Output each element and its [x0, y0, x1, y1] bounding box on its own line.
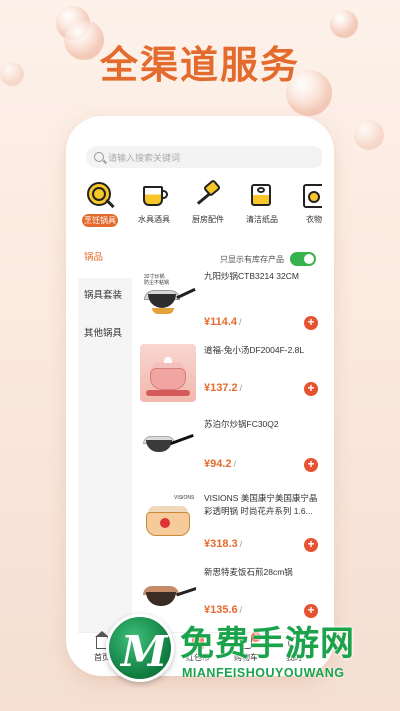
category-clothing[interactable]: 衣物 [290, 180, 322, 225]
stock-filter-label: 只显示有库存产品 [220, 254, 284, 264]
product-name: VISIONS 美国康宁美国康宁晶彩透明锅 时尚花卉系列 1.6... [204, 493, 318, 516]
product-item[interactable]: 32寸炒锅 防尘不粘锅 九阳炒锅CTB3214 32CM ¥114.4/ + [132, 268, 322, 342]
product-thumbnail: VISIONS [140, 492, 196, 550]
product-name: 道福-兔小汤DF2004F-2.8L [204, 345, 305, 355]
watermark-logo-letter: M [121, 627, 168, 676]
spatula-icon [193, 178, 223, 210]
brand-logo: VISIONS [174, 495, 195, 501]
category-bar: 烹饪锅具 水具酒具 厨房配件 清洁纸品 衣物 [78, 178, 322, 234]
category-label: 烹饪锅具 [82, 214, 118, 227]
cup-icon [139, 180, 169, 210]
thumbnail-caption: 32寸炒锅 防尘不粘锅 [144, 274, 170, 286]
search-input[interactable]: 请输入搜索关键词 [86, 146, 322, 168]
stock-toggle[interactable] [290, 252, 316, 266]
product-item[interactable]: 苏泊尔炒锅FC30Q2 ¥94.2/ + [132, 416, 322, 490]
sidebar: 锅品 锅具套装 其他锅具 [78, 242, 132, 676]
category-kitchen-accessories[interactable]: 厨房配件 [184, 178, 232, 225]
category-drinkware[interactable]: 水具酒具 [130, 180, 178, 225]
product-name: 九阳炒锅CTB3214 32CM [204, 271, 299, 281]
product-thumbnail [140, 344, 196, 402]
add-to-cart-button[interactable]: + [304, 382, 318, 396]
hero-title: 全渠道服务 [99, 43, 300, 87]
product-name: 新思特麦饭石煎28cm锅 [204, 567, 293, 577]
search-placeholder: 请输入搜索关键词 [108, 152, 181, 163]
product-thumbnail [140, 418, 196, 476]
washer-icon [299, 180, 322, 210]
category-label: 清洁纸品 [246, 215, 278, 224]
product-price: ¥114.4/ [204, 316, 242, 328]
watermark: M 免费手游网 MIANFEISHOUYOUWANG [100, 614, 400, 711]
add-to-cart-button[interactable]: + [304, 538, 318, 552]
product-price: ¥318.3/ [204, 538, 243, 550]
pan-icon [85, 180, 115, 210]
product-item[interactable]: VISIONS VISIONS 美国康宁美国康宁晶彩透明锅 时尚花卉系列 1.6… [132, 490, 322, 564]
app-screen: 请输入搜索关键词 烹饪锅具 水具酒具 厨房配件 清洁纸品 衣物 锅品 锅具套装 … [78, 128, 322, 676]
watermark-title: 免费手游网 [180, 624, 355, 664]
category-cookware[interactable]: 烹饪锅具 [78, 180, 124, 228]
add-to-cart-button[interactable]: + [304, 316, 318, 330]
category-label: 厨房配件 [192, 215, 224, 224]
product-thumbnail: 32寸炒锅 防尘不粘锅 [140, 270, 196, 328]
sidebar-item-pots[interactable]: 锅品 [78, 242, 132, 278]
sidebar-item-pot-sets[interactable]: 锅具套装 [78, 280, 132, 306]
tissue-roll-icon [247, 180, 277, 210]
watermark-logo: M [106, 614, 174, 682]
product-item[interactable]: 道福-兔小汤DF2004F-2.8L ¥137.2/ + [132, 342, 322, 416]
phone-frame: 请输入搜索关键词 烹饪锅具 水具酒具 厨房配件 清洁纸品 衣物 锅品 锅具套装 … [66, 116, 334, 676]
watermark-subtitle: MIANFEISHOUYOUWANG [182, 666, 345, 680]
search-icon [94, 152, 104, 162]
product-price: ¥94.2/ [204, 458, 237, 470]
product-name: 苏泊尔炒锅FC30Q2 [204, 419, 279, 429]
category-label: 衣物 [306, 215, 322, 224]
decor-bubble [354, 120, 384, 150]
sidebar-item-other[interactable]: 其他锅具 [78, 318, 132, 344]
add-to-cart-button[interactable]: + [304, 458, 318, 472]
category-paper[interactable]: 清洁纸品 [238, 180, 286, 225]
stock-filter: 只显示有库存产品 [220, 252, 316, 266]
category-label: 水具酒具 [138, 215, 170, 224]
product-price: ¥137.2/ [204, 382, 243, 394]
